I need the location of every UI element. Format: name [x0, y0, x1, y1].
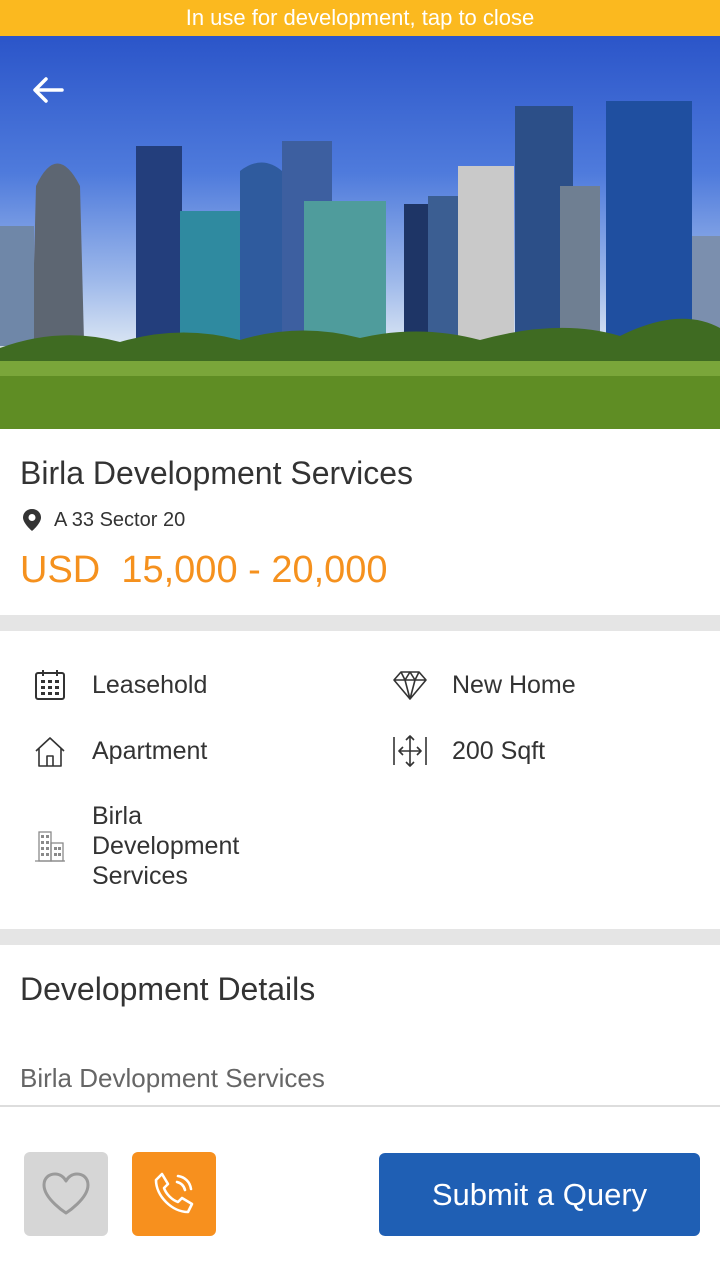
feature-label: Birla Development Services [92, 802, 240, 890]
call-button[interactable] [132, 1152, 216, 1236]
dev-banner-text: In use for development, tap to close [185, 5, 535, 30]
phone-call-icon [154, 1172, 194, 1214]
property-address: A 33 Sector 20 [54, 508, 186, 531]
section-divider [0, 929, 720, 945]
property-summary: Birla Development Services A 33 Sector 2… [0, 429, 720, 615]
property-features: Leasehold New Home Apartment 200 Sqft Bi… [0, 631, 720, 929]
feature-label: Apartment [92, 737, 208, 765]
details-description: Birla Devlopment Services [20, 1063, 325, 1093]
favorite-button[interactable] [24, 1152, 108, 1236]
arrow-left-icon [33, 77, 64, 103]
submit-query-label: Submit a Query [431, 1176, 648, 1212]
building-icon [35, 831, 65, 862]
house-icon [35, 737, 65, 767]
action-bar: Submit a Query [0, 1108, 720, 1280]
hero-image [0, 36, 720, 429]
development-details: Development Details Birla Devlopment Ser… [0, 945, 720, 1107]
skyline-illustration [0, 101, 720, 429]
property-title: Birla Development Services [20, 455, 414, 491]
feature-label: New Home [452, 671, 576, 699]
submit-query-button[interactable]: Submit a Query [379, 1153, 700, 1236]
feature-type: Apartment [32, 733, 207, 769]
feature-label: Leasehold [92, 671, 208, 699]
move-arrows-icon [393, 735, 427, 767]
details-heading: Development Details [20, 971, 316, 1007]
feature-developer: Birla Development Services [32, 801, 239, 891]
map-pin-icon [23, 509, 41, 531]
feature-tenure: Leasehold [32, 667, 207, 703]
calendar-icon [35, 670, 65, 700]
property-location: A 33 Sector 20 [20, 507, 185, 533]
back-button[interactable] [30, 72, 82, 124]
feature-status: New Home [392, 667, 576, 703]
diamond-icon [393, 671, 427, 700]
heart-icon [42, 1172, 90, 1215]
feature-label: 200 Sqft [452, 737, 546, 765]
property-price: USD 15,000 - 20,000 [20, 549, 388, 591]
section-divider [0, 615, 720, 631]
feature-area: 200 Sqft [392, 733, 545, 769]
dev-mode-banner[interactable]: In use for development, tap to close [0, 0, 720, 36]
